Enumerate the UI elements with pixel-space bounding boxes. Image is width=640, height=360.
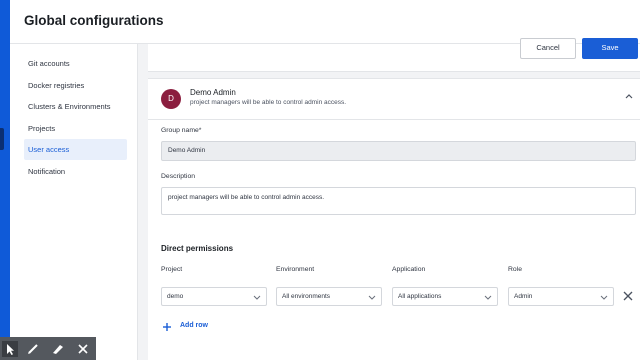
environment-select-value: All environments: [282, 293, 331, 300]
avatar: D: [161, 89, 181, 109]
chevron-down-icon: [600, 295, 608, 300]
description-field[interactable]: project managers will be able to control…: [161, 187, 636, 215]
application-select-value: All applications: [398, 293, 442, 300]
cursor-icon[interactable]: [2, 341, 18, 357]
permission-group-card: D Demo Admin project managers will be ab…: [148, 78, 640, 360]
chevron-down-icon: [484, 295, 492, 300]
annotation-toolbar: [0, 337, 96, 360]
action-bar: Cancel Save: [148, 38, 640, 72]
left-accent-strip: [0, 0, 10, 360]
role-select[interactable]: Admin: [508, 287, 614, 306]
chevron-down-icon: [253, 295, 261, 300]
highlighter-icon[interactable]: [50, 341, 66, 357]
save-button[interactable]: Save: [582, 38, 638, 59]
add-row-label: Add row: [180, 322, 208, 329]
group-name-heading: Demo Admin: [190, 88, 236, 97]
column-header-environment: Environment: [276, 266, 315, 273]
direct-permissions-title: Direct permissions: [161, 244, 234, 253]
sidebar-item-docker-registries[interactable]: Docker registries: [24, 75, 127, 96]
plus-icon: [163, 323, 171, 331]
panel-toggle-handle[interactable]: [0, 128, 4, 150]
close-icon[interactable]: [75, 341, 91, 357]
group-name-label: Group name*: [161, 127, 202, 134]
role-select-value: Admin: [514, 293, 533, 300]
sidebar-item-notification[interactable]: Notification: [24, 161, 127, 182]
column-header-project: Project: [161, 266, 183, 273]
page-title: Global configurations: [24, 13, 164, 28]
group-name-field[interactable]: Demo Admin: [161, 141, 636, 161]
project-select-value: demo: [167, 293, 184, 300]
column-header-application: Application: [392, 266, 426, 273]
main-content: Cancel Save D Demo Admin project manager…: [138, 38, 640, 360]
sidebar-item-projects[interactable]: Projects: [24, 118, 127, 139]
chevron-up-icon[interactable]: [624, 91, 634, 101]
environment-select[interactable]: All environments: [276, 287, 382, 306]
sidebar-item-user-access[interactable]: User access: [24, 139, 127, 160]
divider: [148, 119, 640, 120]
pen-icon[interactable]: [25, 341, 41, 357]
description-label: Description: [161, 173, 195, 180]
sidebar: Git accounts Docker registries Clusters …: [10, 44, 138, 360]
column-header-role: Role: [508, 266, 522, 273]
chevron-down-icon: [368, 295, 376, 300]
application-select[interactable]: All applications: [392, 287, 498, 306]
group-summary: project managers will be able to control…: [190, 99, 347, 106]
sidebar-item-git-accounts[interactable]: Git accounts: [24, 53, 127, 74]
sidebar-item-clusters-environments[interactable]: Clusters & Environments: [24, 96, 127, 117]
project-select[interactable]: demo: [161, 287, 267, 306]
cancel-button[interactable]: Cancel: [520, 38, 576, 59]
remove-row-icon[interactable]: [622, 290, 634, 302]
